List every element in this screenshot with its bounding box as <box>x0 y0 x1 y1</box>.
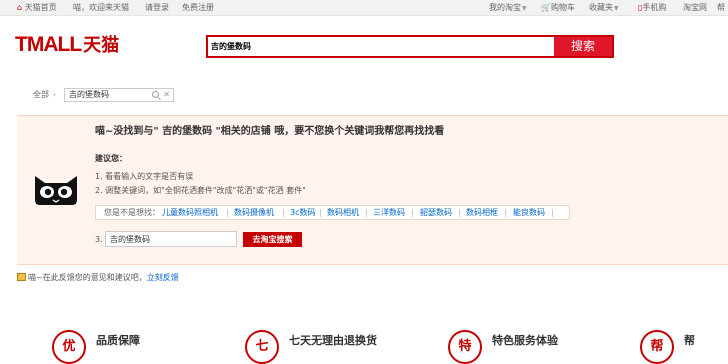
chevron-right-icon: › <box>53 90 57 99</box>
cart-icon: 🛒 <box>541 3 551 12</box>
service-label: 帮 <box>684 334 695 347</box>
favorites-menu[interactable]: 收藏夹▼ <box>589 3 619 14</box>
tip-item: 1. 看看输入的文字是否有误 <box>95 172 194 181</box>
feedback-text: 喵~在此反馈您的意见和建议吧， <box>28 273 147 282</box>
service-label: 七天无理由退换货 <box>289 334 377 347</box>
chevron-down-icon: ▼ <box>522 5 527 12</box>
related-link[interactable]: 儿童数码照相机 <box>162 206 218 219</box>
logo-cn-text: 天猫 <box>83 35 120 56</box>
favorites-label: 收藏夹 <box>589 3 613 12</box>
login-link[interactable]: 请登录 <box>145 3 169 13</box>
related-link[interactable]: 三洋数码 <box>373 206 405 219</box>
feedback-bar: 喵~在此反馈您的意见和建议吧，立刻反馈 <box>17 273 179 283</box>
search-icon[interactable] <box>152 91 159 98</box>
related-searches: 您是不是想找： 儿童数码照相机 数码摄像机 3c数码 数码相机 三洋数码 韶瑟数… <box>95 205 570 220</box>
related-link[interactable]: 能良数码 <box>513 206 545 219</box>
divider <box>366 209 367 217</box>
my-taobao-menu[interactable]: 我的淘宝▼ <box>489 3 527 14</box>
related-link[interactable]: 3c数码 <box>290 206 316 219</box>
close-icon[interactable]: ✕ <box>163 89 170 101</box>
divider <box>320 209 321 217</box>
top-bar: ⌂ 天猫首页 喵，欢迎来天猫 请登录 免费注册 我的淘宝▼ 🛒购物车 收藏夹▼ … <box>0 0 728 16</box>
related-link[interactable]: 韶瑟数码 <box>420 206 452 219</box>
related-link[interactable]: 数码摄像机 <box>234 206 274 219</box>
tip-item: 2. 调整关键词，如"全铜花洒套件"改成"花洒"或"花洒 套件" <box>95 186 306 195</box>
related-label: 您是不是想找： <box>104 208 160 217</box>
return-icon: 七 <box>245 330 279 364</box>
divider <box>227 209 228 217</box>
suggest-title: 建议您： <box>95 154 127 163</box>
breadcrumb-current-label: 吉的堡数码 <box>69 90 109 99</box>
cart-label: 购物车 <box>550 3 575 12</box>
help-link[interactable]: 帮 <box>717 3 725 13</box>
search-button[interactable]: 搜索 <box>554 37 612 56</box>
divider <box>505 209 506 217</box>
breadcrumb-current[interactable]: 吉的堡数码 ✕ <box>64 88 174 102</box>
home-label: 天猫首页 <box>24 3 57 12</box>
service-label: 品质保障 <box>96 334 140 347</box>
home-link[interactable]: ⌂ 天猫首页 <box>17 3 57 13</box>
tmall-logo[interactable]: TMALL 天猫 <box>15 33 119 58</box>
no-result-message: 喵~没找到与" 吉的堡数码 "相关的店铺 哦，要不您换个关键词我帮您再找找看 <box>95 126 445 137</box>
divider <box>283 209 284 217</box>
feedback-link[interactable]: 立刻反馈 <box>147 273 179 282</box>
divider <box>459 209 460 217</box>
cart-link[interactable]: 🛒购物车 <box>541 3 575 13</box>
mobile-link[interactable]: ▯手机购 <box>638 3 666 13</box>
breadcrumb: 全部 › <box>33 90 56 100</box>
related-link[interactable]: 数码相框 <box>466 206 498 219</box>
special-service-icon: 特 <box>448 330 482 364</box>
search-input[interactable] <box>208 37 554 56</box>
my-taobao-label: 我的淘宝 <box>489 3 521 12</box>
help-icon: 帮 <box>640 330 674 364</box>
retry-search-input[interactable] <box>105 231 237 247</box>
service-label: 特色服务体验 <box>492 334 558 347</box>
tmall-cat-icon <box>33 174 79 206</box>
taobao-link[interactable]: 淘宝网 <box>683 3 707 13</box>
quality-icon: 优 <box>52 330 86 364</box>
retry-number: 3. <box>95 235 103 244</box>
home-icon: ⌂ <box>17 3 23 12</box>
taobao-search-button[interactable]: 去淘宝搜索 <box>243 232 302 247</box>
logo-text: TMALL <box>15 33 82 56</box>
divider <box>552 209 553 217</box>
register-link[interactable]: 免费注册 <box>182 3 214 13</box>
mobile-label: 手机购 <box>642 3 667 12</box>
chevron-down-icon: ▼ <box>614 5 619 12</box>
breadcrumb-all[interactable]: 全部 <box>33 90 49 99</box>
greeting-text: 喵，欢迎来天猫 <box>73 3 129 12</box>
feedback-icon <box>17 273 26 281</box>
related-link[interactable]: 数码相机 <box>327 206 359 219</box>
search-box: 搜索 <box>206 35 614 58</box>
divider <box>412 209 413 217</box>
